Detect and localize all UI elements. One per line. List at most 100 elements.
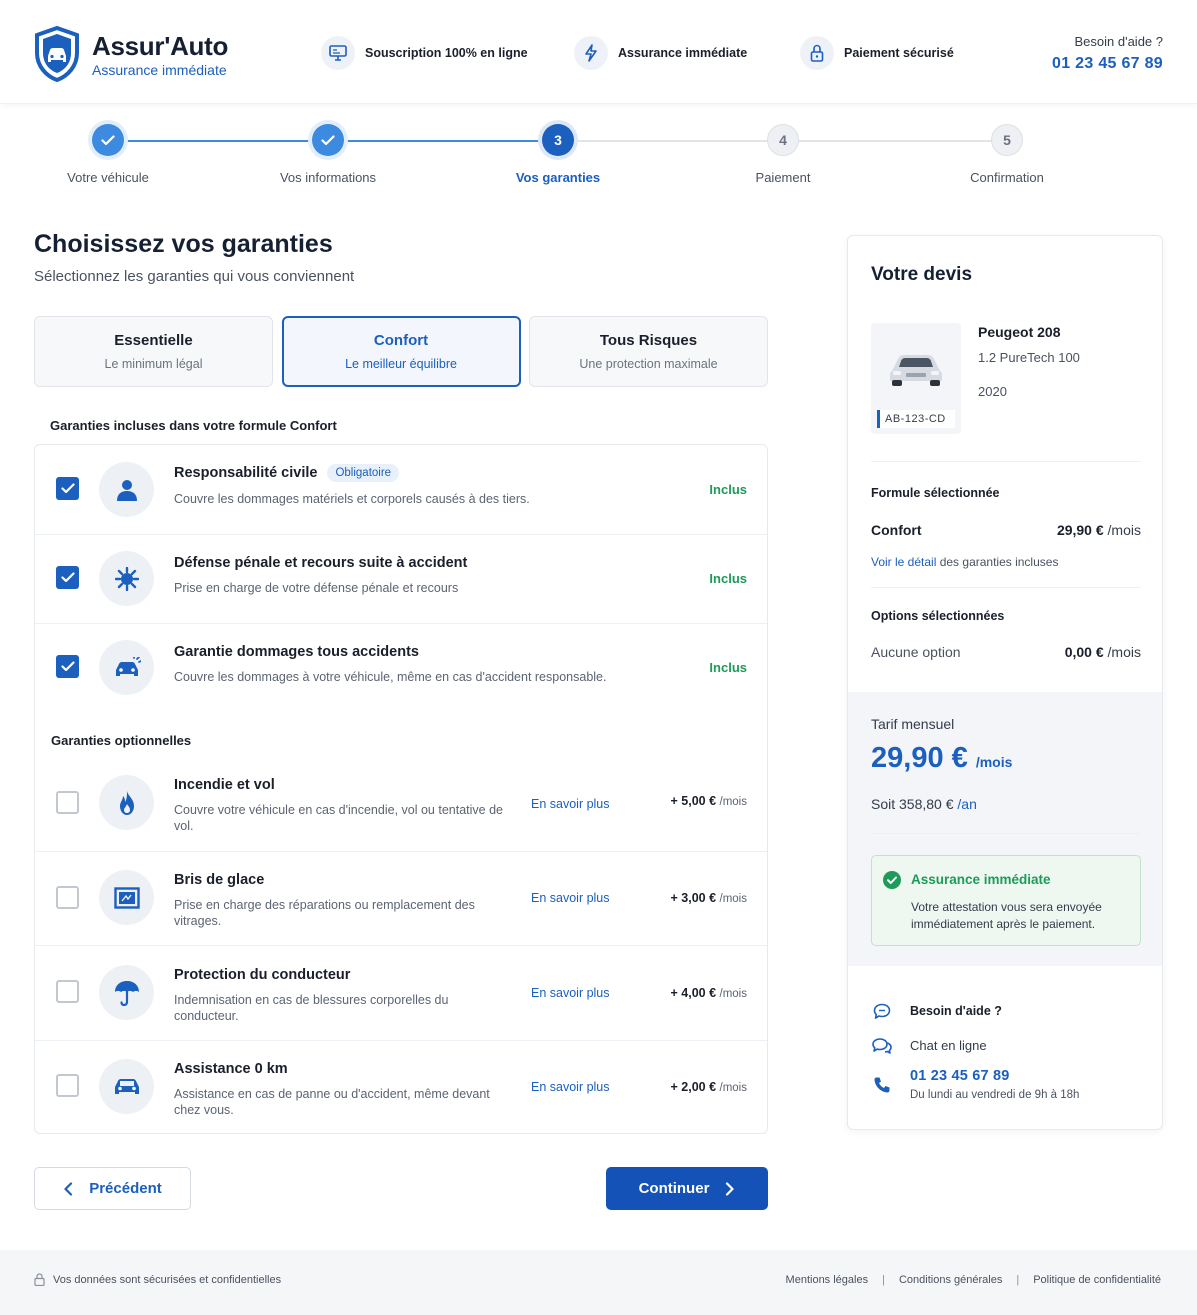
checkbox-unchecked[interactable] — [56, 1074, 79, 1097]
brand-tagline: Assurance immédiate — [92, 61, 227, 78]
option-desc: Indemnisation en cas de blessures corpor… — [174, 993, 449, 1023]
checkbox-unchecked[interactable] — [56, 791, 79, 814]
lock-icon — [34, 1273, 45, 1286]
feature-immediate: Assurance immédiate — [574, 36, 747, 70]
guarantee-row-rc: Responsabilité civile Obligatoire Couvre … — [35, 461, 767, 535]
separator: | — [1016, 1274, 1020, 1286]
chat-icon — [871, 1034, 893, 1056]
options-label: Options sélectionnées — [871, 609, 1005, 623]
formula-price: 29,90 € — [1056, 522, 1104, 538]
gavel-icon — [99, 551, 154, 606]
options-price: 0,00 € — [1064, 644, 1104, 660]
divider — [871, 461, 1141, 462]
guarantee-desc: Couvre les dommages matériels et corpore… — [174, 492, 530, 506]
option-desc: Couvre votre véhicule en cas d'incendie,… — [174, 803, 503, 833]
checkbox-checked[interactable] — [56, 566, 79, 589]
optional-section-title: Garanties optionnelles — [51, 733, 192, 748]
option-row-assistance: Assistance 0 km Assistance en cas de pan… — [35, 1058, 767, 1134]
checkbox-unchecked[interactable] — [56, 886, 79, 909]
divider — [871, 833, 1141, 834]
chat-bubble-icon — [871, 1000, 893, 1022]
divider — [871, 587, 1141, 588]
lock-icon — [800, 36, 834, 70]
lightning-icon — [574, 36, 608, 70]
formula-label: Formule sélectionnée — [871, 486, 1000, 500]
checkbox-checked[interactable] — [56, 655, 79, 678]
guarantee-row-dommages: Garantie dommages tous accidents Couvre … — [35, 640, 767, 714]
detail-link[interactable]: Voir le détail — [871, 555, 936, 569]
options-summary-row: Aucune option 0,00 € /mois — [871, 644, 1141, 660]
previous-label: Précédent — [89, 1180, 162, 1197]
feature-label: Souscription 100% en ligne — [365, 46, 528, 60]
license-plate: AB-123-CD — [877, 410, 955, 428]
support-title: Besoin d'aide ? — [910, 1004, 1002, 1018]
previous-button[interactable]: Précédent — [34, 1167, 191, 1210]
step-informations[interactable]: Vos informations — [248, 124, 408, 185]
step-paiement: 4 Paiement — [703, 124, 863, 185]
learn-more-link[interactable]: En savoir plus — [531, 1080, 610, 1094]
formula-desc: Une protection maximale — [579, 357, 718, 371]
guarantees-detail: Voir le détail des garanties incluses — [871, 555, 1058, 569]
support-phone[interactable]: 01 23 45 67 89 Du lundi au vendredi de 9… — [871, 1068, 1079, 1101]
option-row-incendie-vol: Incendie et vol Couvre votre véhicule en… — [35, 775, 767, 851]
support-help: Besoin d'aide ? — [871, 1000, 1002, 1022]
car-image-icon — [890, 355, 942, 386]
person-icon — [99, 462, 154, 517]
option-desc: Prise en charge des réparations ou rempl… — [174, 898, 475, 928]
immediate-desc: Votre attestation vous sera envoyée immé… — [911, 900, 1102, 931]
chevron-right-icon — [726, 1181, 735, 1196]
learn-more-link[interactable]: En savoir plus — [531, 986, 610, 1000]
step-label: Paiement — [755, 170, 811, 185]
footer-link-privacy[interactable]: Politique de confidentialité — [1033, 1274, 1161, 1286]
option-title: Incendie et vol — [174, 777, 275, 793]
car-year: 2020 — [978, 384, 1007, 399]
footer-link-conditions[interactable]: Conditions générales — [899, 1274, 1002, 1286]
quote-summary: Votre devis AB-123-CD Peugeot 208 1.2 Pu… — [847, 235, 1163, 1130]
security-notice: Vos données sont sécurisées et confident… — [34, 1273, 281, 1286]
step-label: Vos informations — [279, 170, 377, 185]
immediate-insurance-notice: Assurance immédiate Votre attestation vo… — [871, 855, 1141, 946]
feature-online: Souscription 100% en ligne — [321, 36, 528, 70]
continue-button[interactable]: Continuer — [606, 1167, 768, 1210]
page-title: Choisissez vos garanties — [34, 230, 333, 258]
car-icon — [99, 1059, 154, 1114]
learn-more-link[interactable]: En savoir plus — [531, 891, 610, 905]
step-label: Votre véhicule — [67, 170, 149, 185]
support-hours: Du lundi au vendredi de 9h à 18h — [910, 1089, 1080, 1101]
separator: | — [882, 1274, 885, 1286]
formula-tous-risques[interactable]: Tous Risques Une protection maximale — [529, 316, 768, 387]
brand-logo[interactable]: Assur'Auto Assurance immédiate — [34, 26, 228, 82]
step-garanties[interactable]: 3 Vos garanties — [478, 124, 638, 185]
step-vehicule[interactable]: Votre véhicule — [28, 124, 188, 185]
help-phone-link[interactable]: 01 23 45 67 89 — [1052, 55, 1163, 73]
options-none: Aucune option — [871, 644, 961, 660]
step-number: 3 — [542, 124, 574, 156]
formula-confort[interactable]: Confort Le meilleur équilibre — [281, 316, 521, 387]
shield-car-icon — [35, 26, 79, 82]
formula-selector: Essentielle Le minimum légal Confort Le … — [34, 316, 768, 387]
checkbox-checked[interactable] — [56, 477, 79, 500]
footer-link-mentions[interactable]: Mentions légales — [786, 1274, 869, 1286]
formula-essentielle[interactable]: Essentielle Le minimum légal — [34, 316, 273, 387]
formula-name: Confort — [373, 332, 429, 349]
checkbox-unchecked[interactable] — [56, 980, 79, 1003]
included-status: Inclus — [709, 660, 747, 675]
step-label: Vos garanties — [515, 170, 601, 185]
monthly-rate-panel: Tarif mensuel 29,90 € /mois Soit 358,80 … — [848, 692, 1162, 966]
tarif-label: Tarif mensuel — [871, 716, 955, 732]
guarantees-card: Responsabilité civile Obligatoire Couvre … — [34, 444, 768, 1134]
formula-name: Essentielle — [114, 332, 193, 349]
included-section-title: Garanties incluses dans votre formule Co… — [50, 418, 337, 433]
formula-desc: Le meilleur équilibre — [345, 357, 457, 371]
check-icon — [92, 124, 124, 156]
step-confirmation: 5 Confirmation — [927, 124, 1087, 185]
support-phone-number[interactable]: 01 23 45 67 89 — [910, 1068, 1079, 1084]
learn-more-link[interactable]: En savoir plus — [531, 797, 610, 811]
support-chat[interactable]: Chat en ligne — [871, 1034, 987, 1056]
mandatory-badge: Obligatoire — [327, 464, 400, 482]
formula-desc: Le minimum légal — [104, 357, 203, 371]
page-subtitle: Sélectionnez les garanties qui vous conv… — [34, 268, 355, 285]
tarif-price: 29,90 € /mois — [871, 742, 1013, 774]
guarantee-title: Responsabilité civile — [174, 465, 318, 481]
site-header: Assur'Auto Assurance immédiate Souscript… — [0, 0, 1197, 104]
